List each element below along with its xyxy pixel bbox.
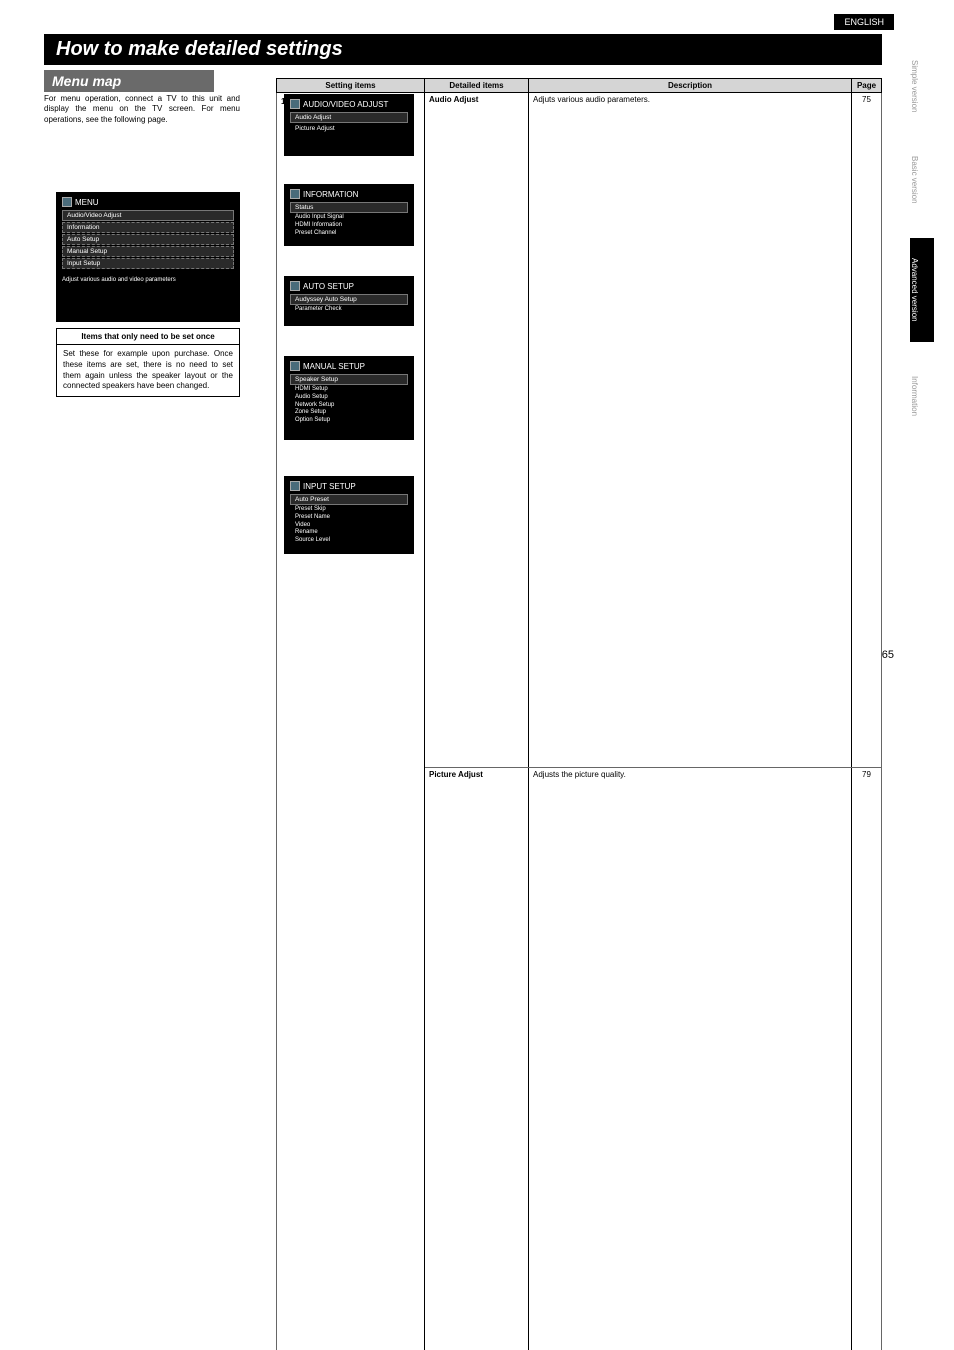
menu-icon: [290, 189, 300, 199]
tab-simple[interactable]: Simple version: [910, 50, 934, 122]
osd-item: Audio/Video Adjust: [62, 210, 234, 221]
menu-map-heading: Menu map: [44, 70, 214, 92]
menu-icon: [290, 281, 300, 291]
tab-information[interactable]: Information: [910, 366, 934, 426]
menu-map-text: For menu operation, connect a TV to this…: [44, 94, 240, 125]
language-tab: ENGLISH: [834, 14, 894, 30]
items-once-box: Items that only need to be set once Set …: [56, 328, 240, 397]
tab-advanced[interactable]: Advanced version: [910, 238, 934, 342]
osd-item: Manual Setup: [62, 246, 234, 257]
page-number: 65: [882, 649, 894, 661]
osd-manual-setup: MANUAL SETUPSpeaker SetupHDMI SetupAudio…: [284, 356, 414, 440]
osd-item: Information: [62, 222, 234, 233]
osd-audio-video: AUDIO/VIDEO ADJUSTAudio AdjustPicture Ad…: [284, 94, 414, 156]
osd-item: Input Setup: [62, 258, 234, 269]
menu-icon: [62, 197, 72, 207]
osd-footer: Adjust various audio and video parameter…: [62, 277, 234, 283]
page-title: How to make detailed settings: [44, 34, 882, 65]
osd-information: INFORMATIONStatusAudio Input SignalHDMI …: [284, 184, 414, 246]
menu-icon: [290, 99, 300, 109]
settings-table: Setting items Detailed items Description…: [276, 78, 882, 1350]
menu-icon: [290, 481, 300, 491]
items-once-head: Items that only need to be set once: [57, 329, 239, 345]
th-detail: Detailed items: [425, 79, 529, 93]
osd-item: Auto Setup: [62, 234, 234, 245]
osd-auto-setup: AUTO SETUPAudyssey Auto SetupParameter C…: [284, 276, 414, 326]
osd-main-menu: MENU Audio/Video Adjust Information Auto…: [56, 192, 240, 322]
side-nav: Simple version Basic version Advanced ve…: [910, 50, 934, 426]
th-page: Page: [852, 79, 882, 93]
th-desc: Description: [529, 79, 852, 93]
th-setting: Setting items: [277, 79, 425, 93]
tab-basic[interactable]: Basic version: [910, 146, 934, 214]
osd-input-setup: INPUT SETUPAuto PresetPreset SkipPreset …: [284, 476, 414, 554]
items-once-body: Set these for example upon purchase. Onc…: [57, 345, 239, 396]
menu-icon: [290, 361, 300, 371]
